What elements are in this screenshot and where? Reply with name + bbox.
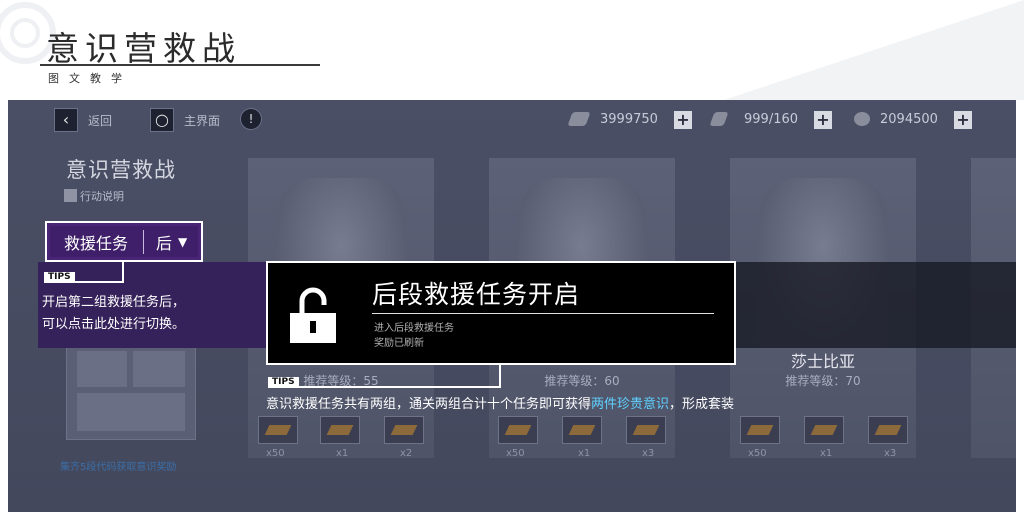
title-underline [40,64,320,66]
popup-detail: 奖励已刷新 [374,338,424,349]
decor-triangle [724,0,1024,100]
rescue-task-label: 救援任务 [64,233,129,253]
reward-item[interactable] [626,416,666,444]
info-button[interactable]: ! [240,108,262,130]
tip-highlight: 两件珍贵意识 [591,397,670,412]
blackcard-value: 999/160 [744,112,799,127]
popup-detail: 进入后段救援任务 [374,323,454,334]
code-fragment-map [66,340,196,440]
blackcard-icon [709,112,729,126]
tip-line: 开启第二组救援任务后， [42,295,186,310]
tip-reward-text: 意识救援任务共有两组，通关两组合计十个任务即可获得两件珍贵意识，形成套装 [266,394,746,416]
reward-item[interactable] [498,416,538,444]
blackcard-add-button[interactable]: + [814,111,832,129]
reward-item[interactable] [740,416,780,444]
coin-value: 2094500 [880,112,938,127]
chevron-left-icon: ‹ [62,110,70,129]
reward-count: x3 [884,448,897,459]
recommended-level: 推荐等级：70 [785,374,861,388]
reward-count: x50 [266,448,285,459]
decor-ring-inner [10,18,40,48]
tip-switch-text: 开启第二组救援任务后， 可以点击此处进行切换。 [42,292,185,336]
popup-divider [372,313,714,314]
reward-count: x50 [506,448,525,459]
reward-item[interactable] [868,416,908,444]
recommended-level: 推荐等级：60 [544,374,620,388]
reward-item[interactable] [320,416,360,444]
collect-hint: 集齐5段代码获取意识奖励 [60,462,177,473]
reward-item[interactable] [258,416,298,444]
reward-count: x3 [642,448,655,459]
popup-title: 后段救援任务开启 [372,280,581,309]
caret-down-icon: ▼ [178,234,188,249]
home-button[interactable]: ○ [150,108,174,132]
action-info-link[interactable]: 行动说明 [64,188,124,204]
callout-line [268,386,501,388]
reward-count: x50 [748,448,767,459]
info-square-icon [64,189,77,202]
reward-item[interactable] [804,416,844,444]
page-subtitle: 图文教学 [48,72,132,85]
back-button[interactable]: ‹ [54,108,78,132]
tip-text: ，形成套装 [669,397,735,412]
callout-line [122,262,124,282]
info-icon: ! [248,112,254,126]
reward-count: x1 [578,448,591,459]
character-name: 莎士比亚 [790,352,855,371]
top-bar: ‹ 返回 ○ 主界面 ! 3999750 + 999/160 + 2094500… [8,100,1016,140]
reward-count: x1 [336,448,349,459]
stamina-value: 3999750 [600,112,658,127]
rescue-switch-body: 救援任务 后 ▼ [50,226,198,257]
reward-count: x1 [820,448,833,459]
circle-icon: ○ [155,110,169,129]
callout-line [499,365,501,387]
tip-text: 意识救援任务共有两组，通关两组合计十个任务即可获得 [266,397,592,412]
home-label: 主界面 [184,114,221,128]
reward-count: x2 [400,448,413,459]
action-info-label: 行动说明 [80,190,124,203]
reward-item[interactable] [562,416,602,444]
rescue-phase-switch[interactable]: 救援任务 后 ▼ [45,221,203,262]
page-title: 意识营救战 [46,29,241,68]
tips-tag: TIPS [268,377,299,388]
stamina-add-button[interactable]: + [674,111,692,129]
rescue-phase-value: 后 [156,233,173,253]
fragment-cell [77,393,185,431]
phase-unlock-popup: 后段救援任务开启 进入后段救援任务 奖励已刷新 [266,261,736,365]
coin-icon [854,112,870,126]
tip-line: 可以点击此处进行切换。 [42,317,186,332]
mode-title: 意识营救战 [66,158,176,182]
tips-tag: TIPS [44,272,75,283]
back-label: 返回 [88,114,113,128]
stamina-icon [567,112,591,126]
fragment-cell [77,351,127,387]
reward-item[interactable] [384,416,424,444]
unlock-icon [290,287,336,343]
tutorial-header: 意识营救战 图文教学 [0,0,1024,100]
coin-add-button[interactable]: + [954,111,972,129]
fragment-cell [133,351,185,387]
